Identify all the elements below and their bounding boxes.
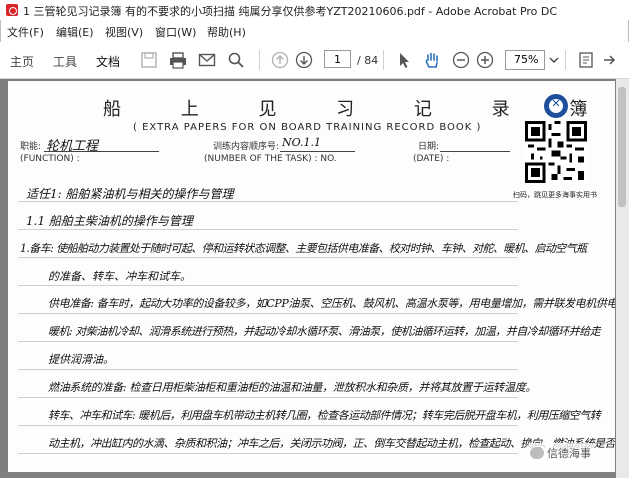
handwriting-line: 1.1 船舶主柴油机的操作与管理 xyxy=(26,214,193,228)
window-title: 1 三管轮见习记录簿 有的不要求的小项扫描 纯属分享仅供参考YZT2021060… xyxy=(23,5,558,18)
ruled-line xyxy=(18,285,518,286)
ruled-line xyxy=(18,397,518,398)
menu-help[interactable]: 帮助(H) xyxy=(207,24,246,40)
ruled-line xyxy=(18,313,518,314)
menu-edit[interactable]: 编辑(E) xyxy=(56,24,94,40)
app-icon xyxy=(6,4,18,16)
prev-page-icon[interactable] xyxy=(271,51,289,69)
pdf-page[interactable]: 船 上 见 习 记 录 簿 附 页 ( EXTRA PAPERS FOR ON … xyxy=(8,81,615,472)
hand-tool-icon[interactable] xyxy=(423,51,441,69)
zoom-out-icon[interactable] xyxy=(452,51,470,69)
date-underline xyxy=(440,151,510,152)
task-label: 训练内容顺序号: xyxy=(213,142,280,152)
extended-tools-icon[interactable] xyxy=(577,51,595,69)
job-underline xyxy=(44,151,159,152)
qr-caption: 扫码，跳见更多海事实用书 xyxy=(513,191,597,199)
handwriting-line: 提供润滑油。 xyxy=(48,353,114,366)
menu-view[interactable]: 视图(V) xyxy=(105,24,143,40)
wechat-icon xyxy=(530,447,544,459)
page-total: / 84 xyxy=(357,54,379,67)
qr-code-icon xyxy=(525,121,587,183)
handwriting-line: 1.备车: 使船舶动力装置处于随时可起、停和运转状态调整、主要包括供电准备、校对… xyxy=(20,242,587,255)
page-subtitle: ( EXTRA PAPERS FOR ON BOARD TRAINING REC… xyxy=(133,122,482,133)
toolbar: 主页 工具 文档 1 / 84 75% xyxy=(0,42,629,79)
handwriting-line: 燃油系统的准备: 检查日用柜柴油柜和重油柜的油温和油量，泄放积水和杂质，并将其放… xyxy=(48,381,537,394)
scrollbar-thumb[interactable] xyxy=(618,87,626,207)
share-icon[interactable] xyxy=(600,51,618,69)
watermark-text: 信德海事 xyxy=(547,447,591,460)
menu-window[interactable]: 窗口(W) xyxy=(155,24,196,40)
ruled-line xyxy=(18,369,518,370)
search-icon[interactable] xyxy=(227,51,245,69)
toolbar-separator xyxy=(383,50,384,70)
job-label: 职能: xyxy=(20,142,42,152)
ruled-line xyxy=(18,229,518,230)
menu-bar: 文件(F) 编辑(E) 视图(V) 窗口(W) 帮助(H) xyxy=(0,22,629,40)
next-page-icon[interactable] xyxy=(295,51,313,69)
title-bar: 1 三管轮见习记录簿 有的不要求的小项扫描 纯属分享仅供参考YZT2021060… xyxy=(0,0,629,20)
ruled-line xyxy=(18,453,518,454)
date-label: 日期: xyxy=(418,142,440,152)
handwriting-line: 转车、冲车和试车: 暖机后，利用盘车机带动主机转几圈，检查各运动部件情况；转车完… xyxy=(48,409,601,422)
tab-tools[interactable]: 工具 xyxy=(53,53,77,70)
task-label-en: (NUMBER OF THE TASK) : NO. xyxy=(204,154,337,164)
select-arrow-icon[interactable] xyxy=(395,51,413,69)
ruled-line xyxy=(18,425,518,426)
ruled-line xyxy=(18,257,518,258)
dropdown-icon[interactable] xyxy=(549,55,559,65)
watermark: 信德海事 xyxy=(527,443,594,463)
vertical-scrollbar[interactable] xyxy=(616,79,629,478)
handwriting-line: 供电准备: 备车时，起动大功率的设备较多，如CPP油泵、空压机、鼓风机、高温水泵… xyxy=(48,297,615,310)
zoom-level-select[interactable]: 75% xyxy=(505,50,545,70)
task-value: NO.1.1 xyxy=(282,136,321,149)
toolbar-separator xyxy=(565,50,566,70)
tab-document[interactable]: 文档 xyxy=(96,53,120,70)
date-label-en: (DATE) : xyxy=(413,154,450,164)
handwriting-line: 的准备、转车、冲车和试车。 xyxy=(48,270,191,283)
page-number-input[interactable]: 1 xyxy=(324,50,351,68)
tab-home[interactable]: 主页 xyxy=(10,53,34,70)
print-icon[interactable] xyxy=(169,51,187,69)
mail-icon[interactable] xyxy=(198,51,216,69)
function-label: (FUNCTION) : xyxy=(20,154,80,164)
menu-file[interactable]: 文件(F) xyxy=(7,24,44,40)
handwriting-line: 适任1: 船舶紧油机与相关的操作与管理 xyxy=(26,187,234,201)
save-icon[interactable] xyxy=(140,51,158,69)
ruled-line xyxy=(18,341,518,342)
handwriting-line: 暖机: 对柴油机冷却、润滑系统进行预热，并起动冷却水循环泵、滑油泵，使机油循环运… xyxy=(48,325,601,338)
task-underline xyxy=(280,151,355,152)
zoom-in-icon[interactable] xyxy=(476,51,494,69)
school-logo-mark: ✕ xyxy=(551,97,561,110)
toolbar-separator xyxy=(259,50,260,70)
page-title: 船 上 见 习 记 录 簿 附 页 xyxy=(103,99,615,120)
